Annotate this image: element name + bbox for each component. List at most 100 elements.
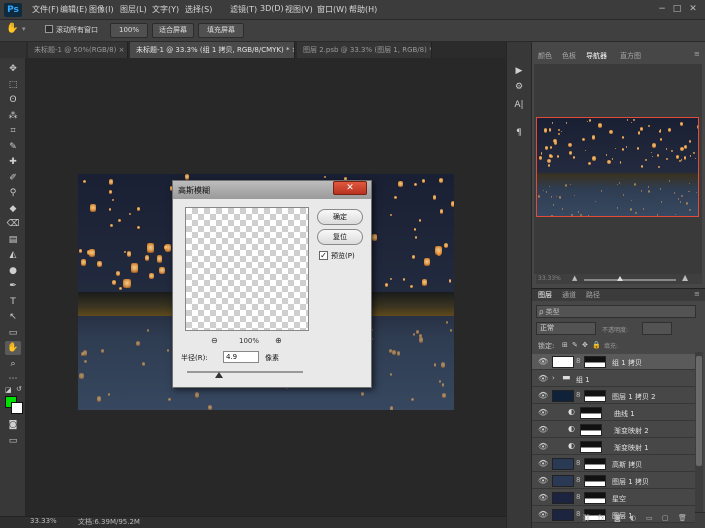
visibility-eye-icon[interactable]: 👁 [538,493,548,502]
ok-button[interactable]: 确定 [317,209,363,225]
zoom-100-button[interactable]: 100% [110,23,148,38]
layer-thumbnail[interactable] [552,492,574,504]
tool-icon[interactable]: ✋ [5,341,21,355]
lock-icon[interactable]: 🔒 [592,341,601,349]
radius-input[interactable]: 4.9 [223,351,259,363]
panel-menu-icon[interactable]: ≡ [694,50,700,58]
layer-row[interactable] [532,371,695,387]
layer-thumbnail[interactable] [552,458,574,470]
visibility-eye-icon[interactable]: 👁 [538,510,548,519]
fit-screen-button[interactable]: 适合屏幕 [152,23,194,38]
strip-icon[interactable]: ¶ [510,126,528,140]
panel-tab[interactable]: 导航器 [586,50,607,62]
tool-icon[interactable]: ▤ [5,233,21,247]
panel-tab[interactable]: 颜色 [538,50,552,62]
navigator-zoom-in-icon[interactable]: ▲ [682,273,688,282]
fill-screen-button[interactable]: 填充屏幕 [198,23,244,38]
navigator-zoom-value[interactable]: 33.33% [538,275,561,282]
layer-mask-thumbnail[interactable] [584,475,606,487]
strip-icon[interactable]: ⚙ [510,80,528,94]
zoom-status[interactable]: 33.33% [30,517,57,525]
preview-checkbox[interactable]: ✓ [319,251,328,260]
layer-thumbnail[interactable] [552,475,574,487]
tool-icon[interactable]: ʘ [5,93,21,107]
menu-item[interactable]: 视图(V) [285,4,313,15]
tool-icon[interactable]: ✚ [5,155,21,169]
tool-icon[interactable]: ⁂ [5,109,21,123]
menu-item[interactable]: 文字(Y) [152,4,179,15]
close-window-button[interactable]: ✕ [688,4,698,14]
visibility-eye-icon[interactable]: 👁 [538,425,548,434]
layers-footer-icon[interactable]: ⛓ [582,514,591,522]
menu-item[interactable]: 滤镜(T) [230,4,257,15]
tool-icon[interactable]: ✎ [5,140,21,154]
tool-icon[interactable]: ✐ [5,171,21,185]
panel-tab[interactable]: 色板 [562,50,576,62]
reset-button[interactable]: 复位 [317,229,363,245]
swap-colors-icon[interactable]: ↺ [16,385,22,393]
layer-mask-thumbnail[interactable] [584,356,606,368]
tool-icon[interactable]: ⌫ [5,217,21,231]
filter-preview-pane[interactable] [185,207,309,331]
visibility-eye-icon[interactable]: 👁 [538,459,548,468]
layers-menu-icon[interactable]: ≡ [694,290,700,298]
layers-footer-icon[interactable]: ◙ [614,514,621,522]
layer-mask-thumbnail[interactable] [580,424,602,436]
tool-icon[interactable]: ⌕ [5,357,21,371]
panel-tab[interactable]: 直方图 [620,50,641,62]
radius-slider-track[interactable] [187,371,303,373]
layer-mask-thumbnail[interactable] [584,492,606,504]
zoom-in-icon[interactable]: ⊕ [275,336,282,345]
menu-item[interactable]: 选择(S) [185,4,212,15]
navigator-thumbnail[interactable] [536,117,699,217]
tool-icon[interactable]: T [5,295,21,309]
tool-icon[interactable]: ⌗ [5,124,21,138]
layers-footer-icon[interactable]: fx [598,514,605,522]
tool-icon[interactable]: ◭ [5,248,21,262]
opacity-input[interactable] [642,322,672,335]
tool-icon[interactable]: ⚲ [5,186,21,200]
tool-icon[interactable]: ↖ [5,310,21,324]
tool-icon[interactable]: ⬚ [5,78,21,92]
document-size-status[interactable]: 文档:6.39M/95.2M [78,517,140,527]
menu-item[interactable]: 编辑(E) [60,4,87,15]
layers-tab[interactable]: 路径 [586,290,600,300]
layer-mask-thumbnail[interactable] [584,458,606,470]
visibility-eye-icon[interactable]: 👁 [538,442,548,451]
document-tab[interactable]: 未标题-1 @ 50%(RGB/8) × [28,42,128,58]
menu-item[interactable]: 图像(I) [89,4,114,15]
document-tab[interactable]: 未标题-1 @ 33.3% (组 1 拷贝, RGB/8/CMYK) * × [130,42,295,58]
layers-footer-icon[interactable]: ◐ [630,514,636,522]
visibility-eye-icon[interactable]: 👁 [538,374,548,383]
layer-mask-thumbnail[interactable] [584,390,606,402]
tool-preset-chevron-icon[interactable]: ▾ [22,25,26,33]
blend-mode-select[interactable]: 正常 [536,322,596,335]
visibility-eye-icon[interactable]: 👁 [538,408,548,417]
tool-icon[interactable]: ▭ [5,326,21,340]
layers-tab[interactable]: 图层 [538,290,552,300]
maximize-button[interactable]: □ [672,4,682,14]
dialog-close-button[interactable]: ✕ [333,181,367,195]
quick-mask-icon[interactable]: ◙ [5,418,21,432]
menu-item[interactable]: 文件(F) [32,4,59,15]
background-color-swatch[interactable] [11,402,23,414]
lock-icon[interactable]: ⊞ [562,341,568,349]
menu-item[interactable]: 帮助(H) [349,4,377,15]
navigator-zoom-slider[interactable] [584,279,676,281]
layer-mask-thumbnail[interactable] [580,407,602,419]
layers-scrollbar-thumb[interactable] [696,356,702,466]
layers-footer-icon[interactable]: ▢ [662,514,669,522]
layer-thumbnail[interactable] [552,509,574,521]
layer-thumbnail[interactable] [552,390,574,402]
minimize-button[interactable]: − [657,4,667,14]
layer-mask-thumbnail[interactable] [580,441,602,453]
layers-tab[interactable]: 通道 [562,290,576,300]
lock-icon[interactable]: ✥ [582,341,588,349]
menu-item[interactable]: 窗口(W) [317,4,347,15]
screen-mode-icon[interactable]: ▭ [5,434,21,448]
navigator-zoom-slider-thumb[interactable] [617,276,623,281]
tool-icon[interactable]: ● [5,264,21,278]
tool-icon[interactable]: ✒ [5,279,21,293]
tool-icon[interactable]: ✥ [5,62,21,76]
group-chevron-icon[interactable]: › [552,374,555,382]
